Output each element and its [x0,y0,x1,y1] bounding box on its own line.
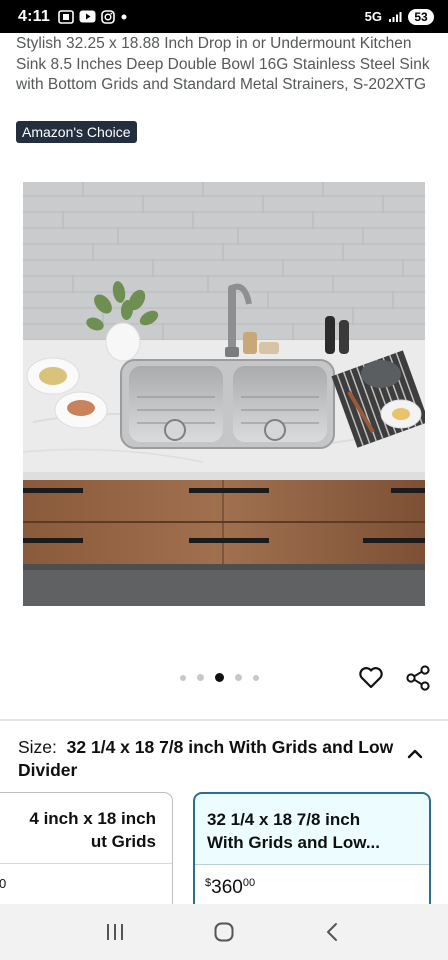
recent-apps-icon [106,924,123,940]
status-bar: 4:11 5G 53 [0,0,448,33]
share-button[interactable] [404,664,432,692]
carousel-dot[interactable] [197,674,204,681]
network-label: 5G [364,9,382,24]
home-icon [214,922,234,942]
product-title[interactable]: Stylish 32.25 x 18.88 Inch Drop in or Un… [16,34,436,96]
price-whole: 360 [211,877,243,898]
price-fraction: 00 [242,877,256,889]
selected-size-value: 32 1/4 x 18 7/8 inch With Grids and Low … [18,737,394,780]
size-option-title-line1: 4 inch x 18 inch [29,809,156,828]
heart-icon [359,667,383,689]
carousel-dot[interactable] [235,674,242,681]
size-selector-header[interactable]: Size: 32 1/4 x 18 7/8 inch With Grids an… [18,736,398,782]
size-option-price: 0 [0,876,6,891]
chevron-up-icon [407,749,423,759]
product-image[interactable] [23,182,425,606]
carousel-dot[interactable] [253,674,259,681]
size-option-price: $36000 [205,877,255,899]
system-nav-bar [0,904,448,960]
status-right: 5G 53 [364,8,434,25]
collapse-size-button[interactable] [404,743,426,765]
recent-apps-button[interactable] [100,917,130,947]
size-option-title-line1: 32 1/4 x 18 7/8 inch [207,810,361,829]
screen-record-icon [58,9,74,24]
size-option-title: 32 1/4 x 18 7/8 inch With Grids and Low.… [195,794,429,864]
instagram-icon [101,9,115,24]
favorite-button[interactable] [357,663,385,691]
status-time: 4:11 [18,7,50,25]
size-option-title: 4 inch x 18 inch ut Grids [0,793,172,863]
size-option-card-selected[interactable]: 32 1/4 x 18 7/8 inch With Grids and Low.… [193,792,431,912]
dot-icon [120,13,128,21]
signal-icon [388,11,402,23]
back-button[interactable] [318,917,348,947]
image-carousel-dots[interactable] [180,673,259,682]
share-icon [406,665,430,691]
back-icon [327,923,338,941]
carousel-dot-active[interactable] [215,673,224,682]
size-label: Size: [18,737,57,757]
section-divider [0,719,448,721]
home-button[interactable] [209,917,239,947]
amazons-choice-badge: Amazon's Choice [16,121,137,143]
youtube-icon [79,10,96,23]
kitchen-sink-photo [23,182,425,606]
notification-icons [58,9,128,24]
size-option-card[interactable]: 4 inch x 18 inch ut Grids 0 [0,792,173,912]
battery-indicator: 53 [408,8,434,25]
size-option-title-line2: With Grids and Low... [207,833,380,852]
carousel-dot[interactable] [180,674,186,681]
size-option-title-line2: ut Grids [90,832,156,851]
